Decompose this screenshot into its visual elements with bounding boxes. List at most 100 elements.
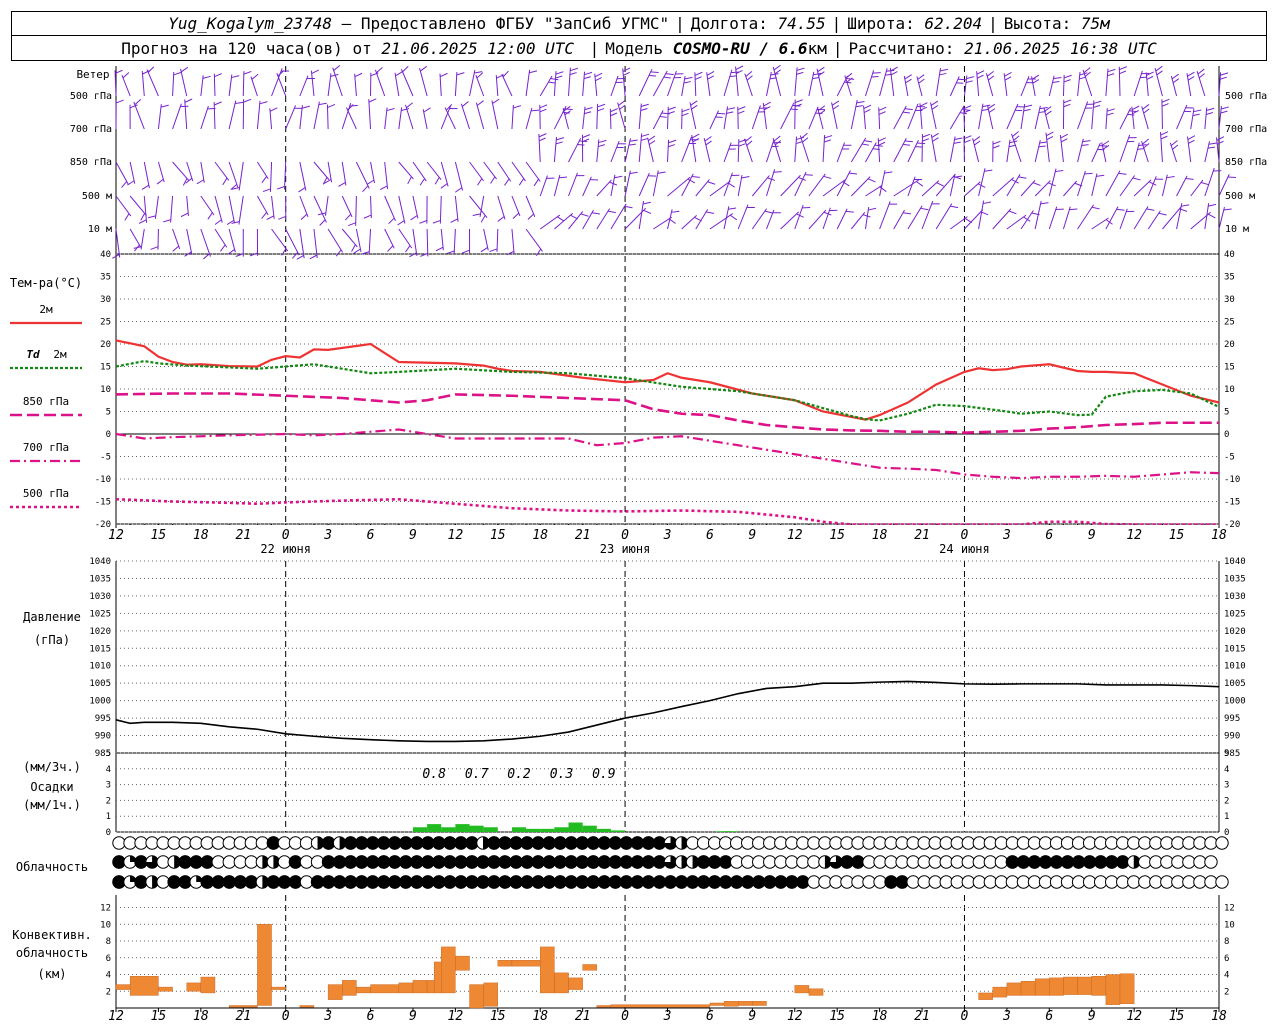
wind-barb-feather bbox=[863, 104, 872, 109]
wind-barb bbox=[808, 209, 827, 230]
precip-bar bbox=[540, 828, 555, 832]
wind-barb-feather bbox=[243, 98, 252, 103]
wind-barb bbox=[709, 213, 734, 230]
precip-tick-right: 4 bbox=[1224, 765, 1229, 775]
convective-bar bbox=[257, 924, 272, 1006]
wind-barb bbox=[285, 228, 300, 256]
wind-barb-feather bbox=[1081, 144, 1089, 147]
wind-barb bbox=[341, 161, 347, 186]
wind-barb-feather bbox=[917, 74, 925, 80]
wind-barb bbox=[935, 67, 942, 97]
wind-barb bbox=[907, 205, 923, 230]
wind-barb bbox=[1048, 168, 1057, 197]
wind-barb-feather bbox=[735, 65, 744, 70]
wind-barb bbox=[426, 161, 442, 181]
wind-barb bbox=[1133, 70, 1143, 97]
wind-barb-feather bbox=[124, 213, 130, 221]
wind-barb-feather bbox=[844, 81, 852, 84]
press-tick-right: 1010 bbox=[1224, 662, 1246, 672]
wind-barb bbox=[172, 103, 182, 130]
wind-barb bbox=[501, 73, 513, 97]
wind-barb-feather bbox=[348, 222, 356, 227]
precip-tick-right: 5 bbox=[1224, 749, 1229, 759]
precip-tick-left: 0 bbox=[106, 828, 111, 838]
wind-barb-feather bbox=[435, 246, 444, 252]
wind-level-label-left: 10 м bbox=[88, 224, 112, 235]
wind-barb-feather bbox=[988, 75, 995, 81]
wind-barb bbox=[596, 208, 611, 230]
convective-bar bbox=[568, 977, 583, 990]
wind-barb bbox=[284, 161, 287, 190]
conv-x-tick-label: 12 bbox=[108, 1009, 124, 1024]
wind-barb bbox=[1176, 175, 1188, 197]
conv-tick-right: 8 bbox=[1224, 937, 1229, 947]
wind-barb-feather bbox=[1208, 142, 1217, 145]
wind-barb bbox=[1218, 206, 1225, 230]
temp-x-tick-label: 15 bbox=[829, 528, 845, 543]
wind-barb-feather bbox=[490, 176, 496, 184]
convective-bar bbox=[738, 1001, 753, 1006]
wind-barb-feather bbox=[1063, 103, 1071, 108]
convective-bar bbox=[752, 1001, 767, 1006]
wind-barb-feather bbox=[163, 219, 171, 223]
press-tick-left: 1015 bbox=[89, 644, 111, 654]
precip-bar bbox=[427, 824, 442, 832]
temp-tick-right: 25 bbox=[1224, 318, 1235, 328]
temp-x-tick-label: 18 bbox=[872, 528, 888, 543]
wind-barb bbox=[1048, 75, 1055, 97]
precip-tick-right: 3 bbox=[1224, 781, 1229, 791]
wind-barb-feather bbox=[824, 135, 833, 139]
wind-barb bbox=[483, 228, 489, 251]
wind-barb-feather bbox=[878, 141, 886, 146]
precip-tick-right: 2 bbox=[1224, 796, 1229, 806]
precip-bar bbox=[455, 824, 470, 832]
wind-barb bbox=[737, 204, 749, 230]
wind-barb bbox=[186, 161, 194, 182]
wind-barb-feather bbox=[918, 78, 925, 84]
conv-x-tick-label: 3 bbox=[663, 1009, 672, 1024]
temp-panel-title: Тем-ра(°C) bbox=[10, 276, 82, 290]
wind-barb bbox=[354, 73, 357, 97]
wind-barb-feather bbox=[1216, 136, 1225, 141]
wind-barb-feather bbox=[301, 105, 310, 109]
conv-x-tick-label: 18 bbox=[193, 1009, 209, 1024]
wind-barb-feather bbox=[1106, 108, 1115, 112]
conv-x-tick-label: 15 bbox=[151, 1009, 167, 1024]
wind-barb bbox=[949, 76, 960, 97]
wind-barb bbox=[238, 161, 244, 191]
wind-barb-feather bbox=[831, 100, 840, 106]
wind-barb bbox=[972, 138, 980, 163]
wind-barb-feather bbox=[231, 221, 240, 224]
wind-barb-feather bbox=[539, 104, 548, 109]
conv-tick-right: 10 bbox=[1224, 920, 1235, 930]
wind-barb bbox=[228, 74, 233, 97]
wind-barb-feather bbox=[214, 101, 222, 106]
wind-barb bbox=[808, 173, 826, 197]
press-tick-right: 1000 bbox=[1224, 697, 1246, 707]
press-tick-left: 1030 bbox=[89, 592, 111, 602]
wind-barb-feather bbox=[729, 214, 738, 221]
wind-barb-feather bbox=[597, 103, 606, 108]
wind-barb bbox=[1119, 107, 1132, 130]
conv-x-tick-label: 18 bbox=[532, 1009, 548, 1024]
wind-barb bbox=[737, 175, 743, 197]
wind-barb bbox=[1034, 105, 1041, 130]
temp-tick-left: 25 bbox=[100, 318, 111, 328]
wind-barb bbox=[1133, 206, 1149, 230]
wind-barb-feather bbox=[1216, 140, 1224, 145]
press-tick-right: 1035 bbox=[1224, 574, 1246, 584]
wind-barb bbox=[1082, 69, 1093, 97]
wind-barb bbox=[568, 67, 571, 97]
wind-barb bbox=[214, 228, 228, 248]
wind-barb-feather bbox=[214, 73, 222, 78]
wind-barb-feather bbox=[1220, 110, 1228, 114]
wind-barb bbox=[384, 228, 395, 249]
precip-tick-left: 2 bbox=[106, 796, 111, 806]
wind-barb bbox=[831, 102, 838, 130]
wind-barb bbox=[1006, 214, 1027, 230]
wind-barb-feather bbox=[932, 137, 939, 142]
wind-barb bbox=[285, 105, 297, 130]
convective-bar bbox=[582, 964, 597, 971]
wind-barb-feather bbox=[203, 253, 210, 260]
temp-series-t500 bbox=[115, 497, 1219, 526]
